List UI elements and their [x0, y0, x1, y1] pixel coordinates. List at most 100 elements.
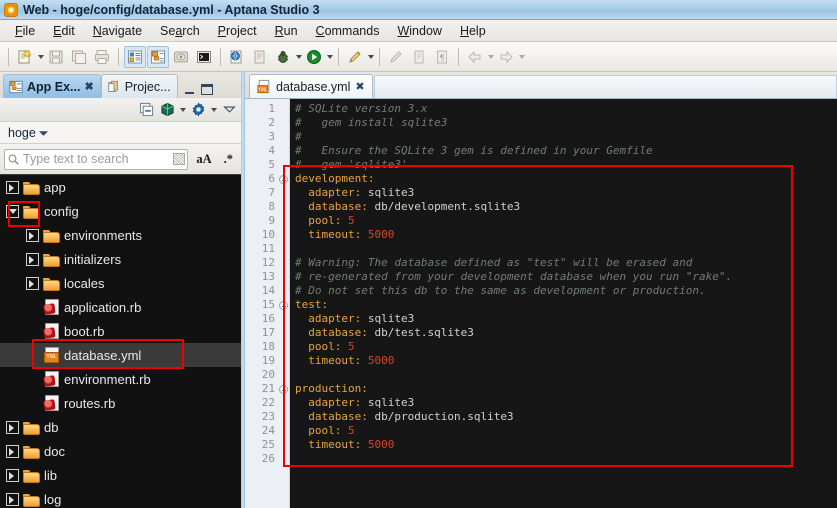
tree-item-initializers[interactable]: initializers	[0, 247, 241, 271]
twisty-icon[interactable]	[26, 252, 39, 266]
maximize-icon[interactable]	[200, 84, 213, 95]
breadcrumb[interactable]: hoge	[0, 122, 241, 144]
tree-item-lib[interactable]: lib	[0, 463, 241, 487]
line-number: 18	[261, 340, 275, 353]
tree-item-label: initializers	[64, 251, 122, 267]
editor-tab-close-icon[interactable]: ✖	[355, 80, 364, 93]
code-token: db/development.sqlite3	[374, 200, 521, 213]
editor-tab-filler	[373, 75, 837, 98]
menu-commands[interactable]: Commands	[307, 22, 389, 40]
save-all-button[interactable]	[68, 46, 90, 68]
tree-item-boot-rb[interactable]: boot.rb	[0, 319, 241, 343]
back-dropdown-caret[interactable]	[488, 54, 494, 59]
deploy-dropdown-caret[interactable]	[368, 54, 374, 59]
tree-item-log[interactable]: log	[0, 487, 241, 508]
menu-help[interactable]: Help	[451, 22, 495, 40]
tab-project-explorer-label: Projec...	[124, 79, 171, 94]
editor-tab-database-yml[interactable]: YML database.yml ✖	[249, 74, 373, 98]
tree-item-config[interactable]: config	[0, 199, 241, 223]
print-button[interactable]	[91, 46, 113, 68]
menu-run[interactable]: Run	[266, 22, 307, 40]
folding-gutter[interactable]	[278, 99, 290, 508]
tree-item-environment-rb[interactable]: environment.rb	[0, 367, 241, 391]
run-dropdown-caret[interactable]	[327, 54, 333, 59]
configure-button[interactable]	[189, 101, 207, 119]
tree-item-environments[interactable]: environments	[0, 223, 241, 247]
tree-item-application-rb[interactable]: application.rb	[0, 295, 241, 319]
menu-file[interactable]: File	[6, 22, 44, 40]
tree-item-routes-rb[interactable]: routes.rb	[0, 391, 241, 415]
fold-slot	[278, 326, 289, 340]
tree-item-locales[interactable]: locales	[0, 271, 241, 295]
twisty-open-icon[interactable]	[6, 204, 19, 218]
code-line: database: db/development.sqlite3	[295, 200, 837, 214]
outline-view-button[interactable]	[124, 45, 146, 68]
commands-dropdown-caret[interactable]	[180, 107, 186, 112]
fold-toggle-production[interactable]	[278, 382, 289, 396]
twisty-icon[interactable]	[6, 420, 19, 434]
code-editor[interactable]: 1 2 3 4 5 6 7 8 9 10 11 12 13 14 15 16 1…	[245, 98, 837, 508]
open-document-button[interactable]	[249, 46, 271, 68]
breadcrumb-caret-icon[interactable]	[38, 126, 48, 140]
debug-button[interactable]	[272, 46, 294, 68]
tree-item-app[interactable]: app	[0, 175, 241, 199]
tab-app-explorer-close-icon[interactable]: ✖	[84, 80, 93, 93]
line-number: 22	[261, 396, 275, 409]
twisty-icon[interactable]	[6, 468, 19, 482]
left-view-window-controls	[184, 84, 213, 95]
fold-toggle-development[interactable]	[278, 172, 289, 186]
menu-edit[interactable]: Edit	[44, 22, 84, 40]
line-number-gutter: 1 2 3 4 5 6 7 8 9 10 11 12 13 14 15 16 1…	[245, 99, 278, 508]
twisty-icon[interactable]	[6, 444, 19, 458]
menu-project[interactable]: Project	[209, 22, 266, 40]
tree-item-label: app	[44, 179, 66, 195]
terminal-button[interactable]	[193, 46, 215, 68]
commands-button[interactable]	[158, 101, 176, 119]
search-clear-icon[interactable]	[173, 153, 186, 165]
tab-app-explorer[interactable]: App Ex... ✖	[3, 74, 101, 98]
menu-navigate[interactable]: Navigate	[84, 22, 151, 40]
fold-slot	[278, 368, 289, 382]
breadcrumb-project[interactable]: hoge	[8, 126, 36, 140]
app-explorer-icon	[151, 50, 165, 63]
window-titlebar: Web - hoge/config/database.yml - Aptana …	[0, 0, 837, 20]
view-menu-button[interactable]	[220, 101, 238, 119]
tab-project-explorer[interactable]: Projec...	[100, 74, 178, 98]
search-case-toggle[interactable]: aA	[192, 152, 215, 167]
tree-item-database-yml[interactable]: database.yml	[0, 343, 241, 367]
new-file-dropdown-caret[interactable]	[38, 54, 44, 59]
new-file-button[interactable]	[14, 46, 36, 68]
deploy-button[interactable]	[344, 46, 366, 68]
app-explorer-button[interactable]	[147, 45, 169, 68]
configure-dropdown-caret[interactable]	[211, 107, 217, 112]
open-browser-button[interactable]	[226, 46, 248, 68]
collapse-all-button[interactable]	[137, 101, 155, 119]
twisty-icon[interactable]	[26, 276, 39, 290]
tree-item-db[interactable]: db	[0, 415, 241, 439]
debug-dropdown-caret[interactable]	[296, 54, 302, 59]
minimize-icon[interactable]	[184, 84, 197, 95]
run-button[interactable]	[303, 46, 325, 68]
save-button[interactable]	[45, 46, 67, 68]
project-tree[interactable]: app config environments initializers loc	[0, 174, 241, 508]
twisty-icon[interactable]	[26, 228, 39, 242]
fold-toggle-test[interactable]	[278, 298, 289, 312]
code-token: db/production.sqlite3	[374, 410, 514, 423]
left-view-pane: App Ex... ✖ Projec... hoge Type text to …	[0, 72, 241, 508]
twisty-icon[interactable]	[6, 180, 19, 194]
search-input[interactable]: Type text to search	[4, 148, 189, 170]
menu-search[interactable]: Search	[151, 22, 209, 40]
search-regex-toggle[interactable]: .*	[220, 152, 237, 167]
pencil-dim-icon	[390, 50, 402, 63]
code-text-area[interactable]: # SQLite version 3.x # gem install sqlit…	[290, 99, 837, 508]
code-line: # re-generated from your development dat…	[295, 270, 837, 284]
tree-item-doc[interactable]: doc	[0, 439, 241, 463]
menu-window[interactable]: Window	[388, 22, 450, 40]
twisty-icon[interactable]	[6, 492, 19, 506]
main-area: App Ex... ✖ Projec... hoge Type text to …	[0, 72, 837, 508]
code-line: adapter: sqlite3	[295, 396, 837, 410]
code-line: #	[295, 130, 837, 144]
preview-button[interactable]	[170, 46, 192, 68]
window-title: Web - hoge/config/database.yml - Aptana …	[23, 2, 320, 17]
forward-dropdown-caret[interactable]	[519, 54, 525, 59]
